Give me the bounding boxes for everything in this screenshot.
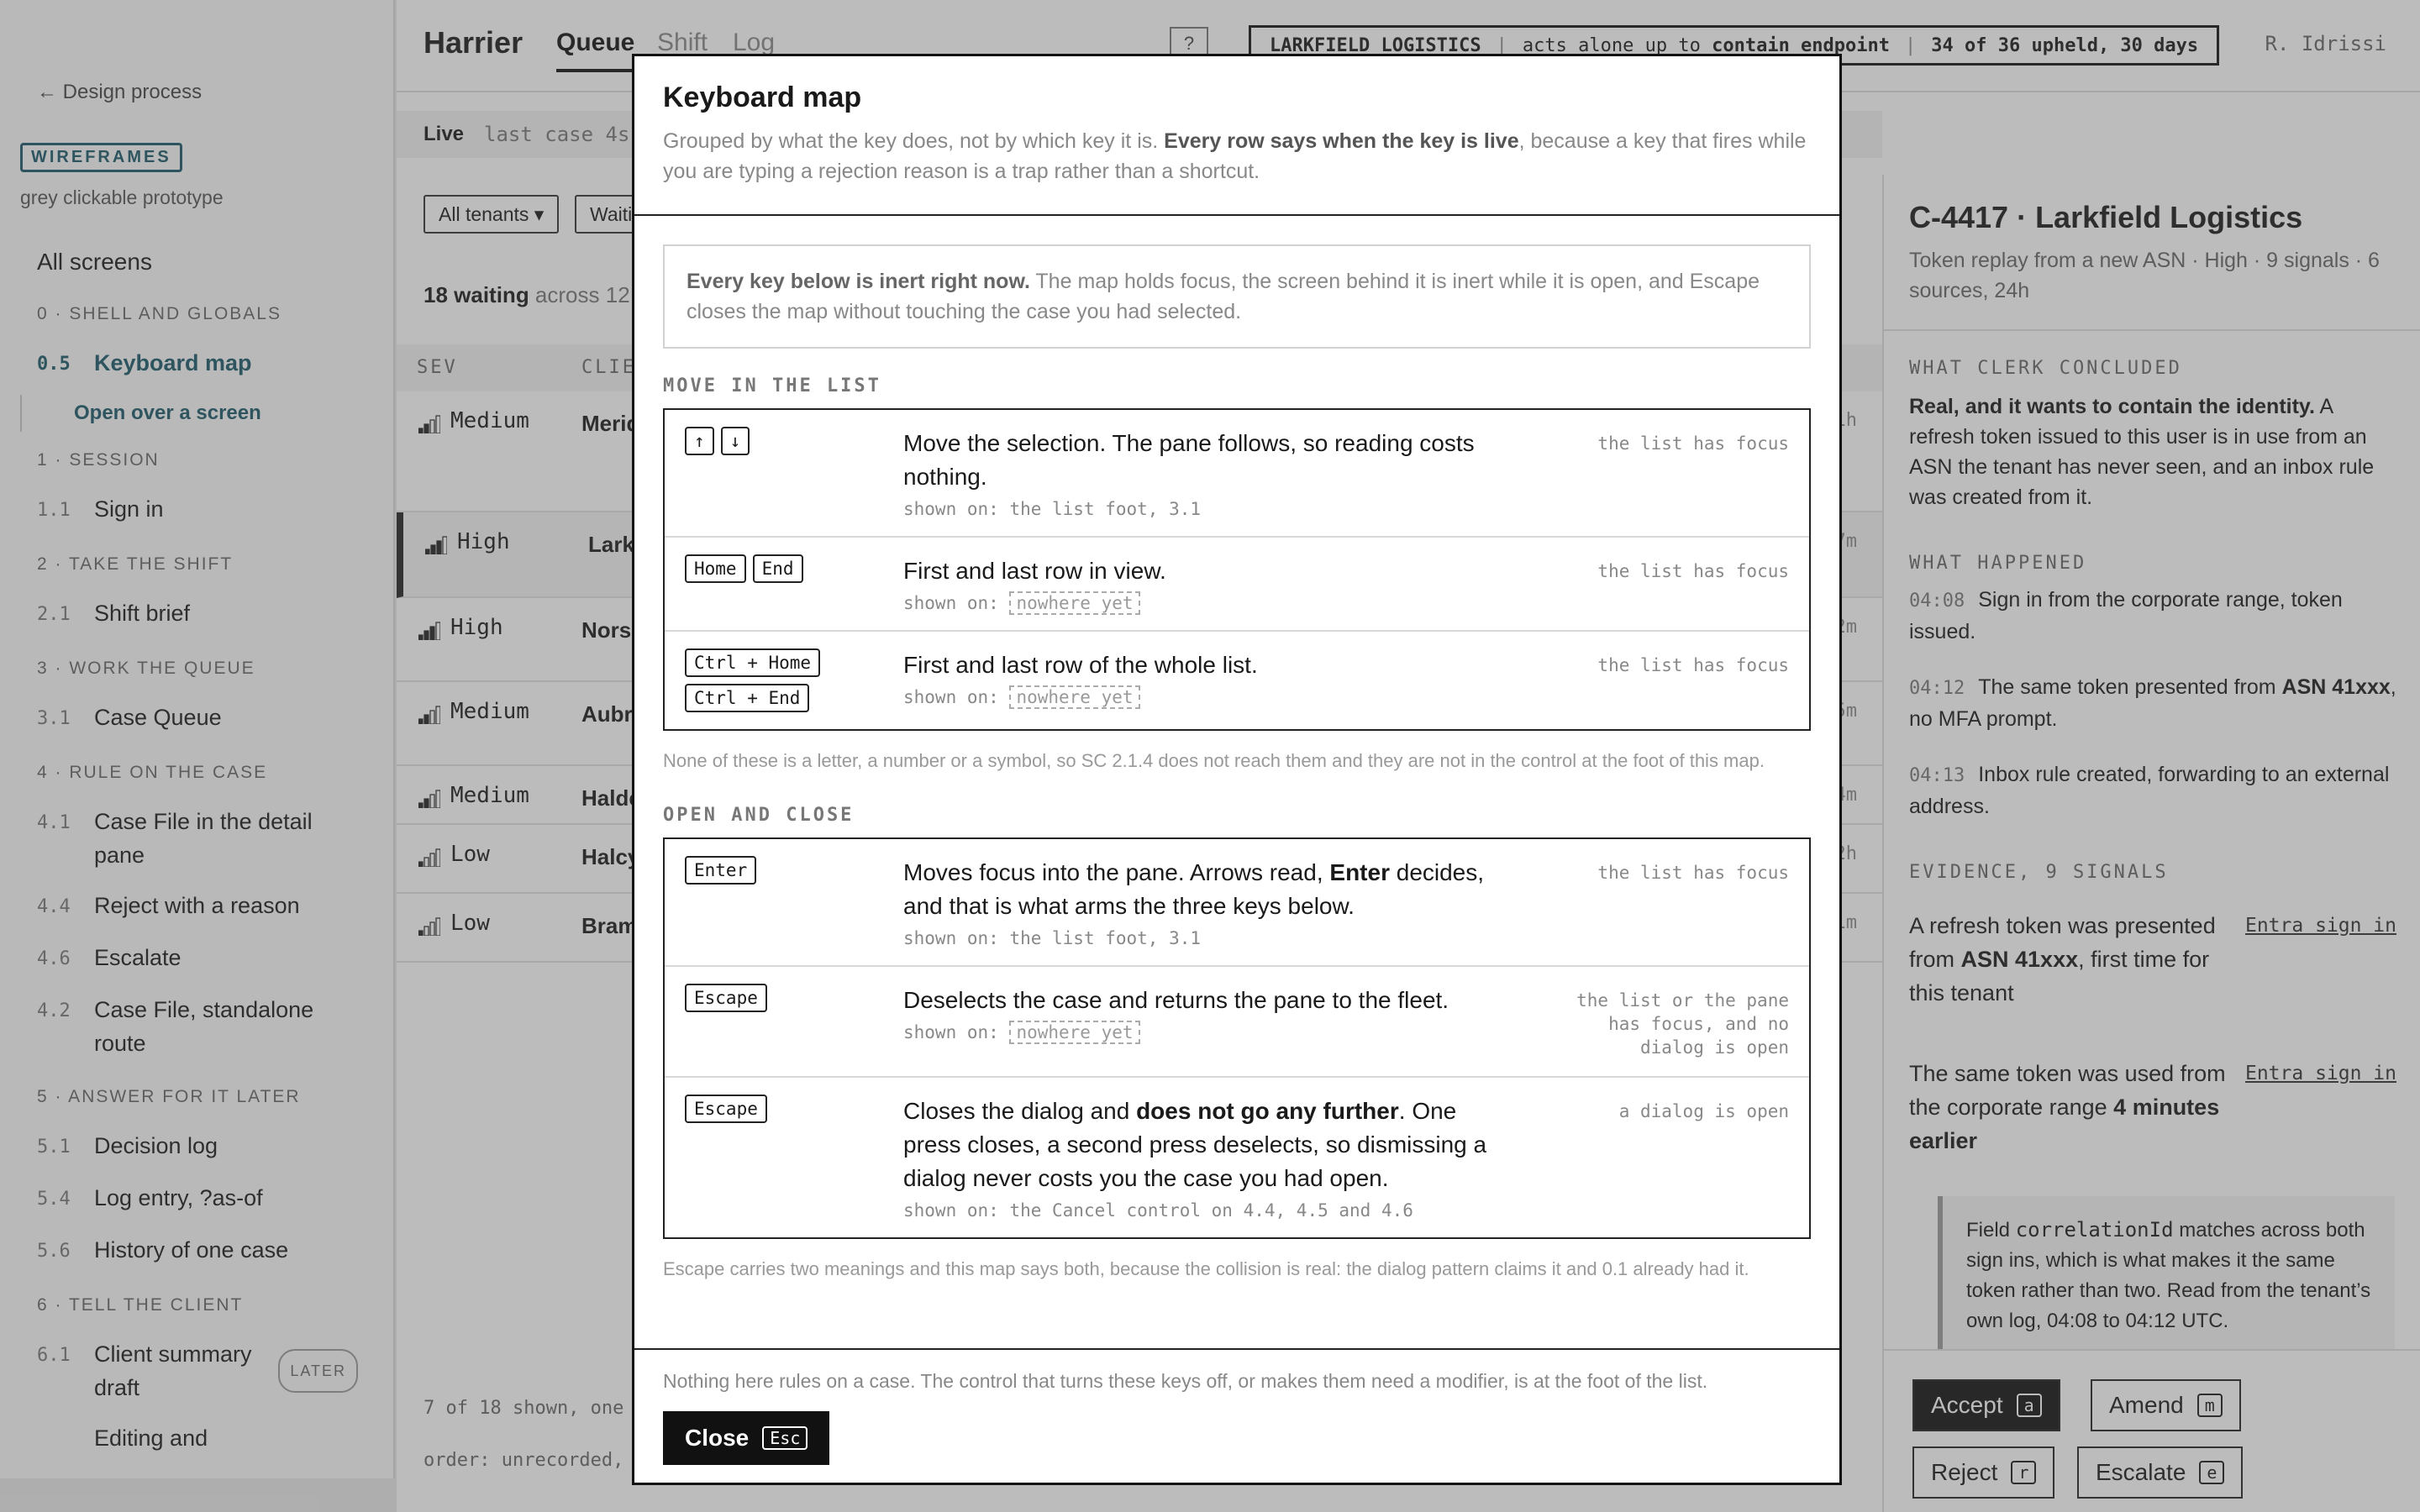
keyboard-map-dialog: Keyboard map Grouped by what the key doe… (632, 54, 1842, 1485)
group-note: Escape carries two meanings and this map… (663, 1258, 1749, 1279)
key-shown-on: shown on: nowhere yet (903, 1021, 1503, 1044)
action-text: Moves focus into the pane. Arrows read, (903, 859, 1330, 885)
dialog-footer: Nothing here rules on a case. The contro… (634, 1348, 1839, 1483)
footer-note: Nothing here rules on a case. The contro… (663, 1370, 1708, 1392)
desc-bold: Every row says when the key is live (1164, 129, 1519, 153)
key-cap: ↑ (685, 427, 714, 455)
key-combo: Home End (685, 554, 903, 613)
shown-value: nowhere yet (1009, 1021, 1140, 1044)
dialog-body[interactable]: Every key below is inert right now. The … (634, 216, 1839, 1348)
key-shown-on: shown on: the list foot, 3.1 (903, 499, 1503, 519)
dialog-header: Keyboard map Grouped by what the key doe… (634, 56, 1839, 216)
shown-value: the list foot, 3.1 (1009, 928, 1202, 948)
key-when-live: the list or the pane has focus, and no d… (1576, 990, 1789, 1058)
key-cap: Escape (685, 1095, 767, 1123)
key-cap: End (752, 554, 803, 583)
key-action: First and last row in view. (903, 558, 1166, 584)
key-cap: Ctrl + End (685, 684, 810, 712)
key-row: Home End First and last row in view. show… (665, 538, 1809, 632)
callout-bold: Every key below is inert right now. (687, 270, 1030, 293)
key-combo: Enter (685, 856, 903, 948)
shown-label: shown on: (903, 928, 1010, 948)
key-row: Enter Moves focus into the pane. Arrows … (665, 839, 1809, 967)
shown-label: shown on: (903, 1022, 1010, 1042)
key-cap: Escape (685, 984, 767, 1012)
key-action: Move the selection. The pane follows, so… (903, 430, 1475, 490)
key-when-live: the list has focus (1597, 433, 1789, 454)
shown-value: nowhere yet (1009, 685, 1140, 709)
key-cap: ↓ (720, 427, 750, 455)
key-description: Closes the dialog and does not go any fu… (903, 1095, 1537, 1221)
key-table: ↑ ↓ Move the selection. The pane follows,… (663, 408, 1811, 731)
key-when-live: a dialog is open (1618, 1101, 1789, 1121)
key-when-live: the list has focus (1597, 863, 1789, 883)
key-description: Deselects the case and returns the pane … (903, 984, 1537, 1059)
key-action: Closes the dialog and does not go any fu… (903, 1095, 1503, 1195)
shown-label: shown on: (903, 499, 1010, 519)
key-action: Moves focus into the pane. Arrows read, … (903, 856, 1503, 923)
close-button[interactable]: Close Esc (663, 1411, 830, 1465)
key-cap: Enter (685, 856, 757, 885)
shown-value: nowhere yet (1009, 591, 1140, 615)
shown-value: the list foot, 3.1 (1009, 499, 1202, 519)
key-description: First and last row of the whole list. sh… (903, 648, 1537, 712)
key-description: Move the selection. The pane follows, so… (903, 427, 1537, 519)
key-row: Ctrl + Home Ctrl + End First and last row… (665, 632, 1809, 729)
shown-label: shown on: (903, 687, 1010, 707)
key-cap: Home (685, 554, 746, 583)
dialog-title: Keyboard map (663, 81, 862, 113)
key-table: Enter Moves focus into the pane. Arrows … (663, 837, 1811, 1239)
close-label: Close (685, 1425, 750, 1451)
key-description: Moves focus into the pane. Arrows read, … (903, 856, 1537, 948)
key-shown-on: shown on: the list foot, 3.1 (903, 928, 1503, 948)
key-row: Escape Closes the dialog and does not go… (665, 1078, 1809, 1237)
shown-value: the Cancel control on 4.4, 4.5 and 4.6 (1009, 1200, 1413, 1221)
desc-text: Grouped by what the key does, not by whi… (663, 129, 1165, 153)
key-shown-on: shown on: the Cancel control on 4.4, 4.5… (903, 1200, 1503, 1221)
key-combo: Escape (685, 984, 903, 1059)
shown-label: shown on: (903, 593, 1010, 613)
key-description: First and last row in view. shown on: no… (903, 554, 1537, 615)
dialog-description: Grouped by what the key does, not by whi… (663, 126, 1823, 186)
action-bold: Enter (1329, 859, 1390, 885)
key-when-live: the list has focus (1597, 561, 1789, 581)
inert-callout: Every key below is inert right now. The … (663, 244, 1811, 349)
key-cap: Ctrl + Home (685, 648, 821, 677)
key-combo: Escape (685, 1095, 903, 1221)
shown-label: shown on: (903, 1200, 1010, 1221)
key-row: ↑ ↓ Move the selection. The pane follows,… (665, 410, 1809, 538)
group-title: MOVE IN THE LIST (663, 375, 881, 396)
key-when-live: the list has focus (1597, 655, 1789, 675)
key-action: First and last row of the whole list. (903, 652, 1258, 678)
key-action: Deselects the case and returns the pane … (903, 987, 1449, 1013)
group-title: OPEN AND CLOSE (663, 805, 855, 826)
action-bold: does not go any further (1136, 1098, 1399, 1124)
key-shown-on: shown on: nowhere yet (903, 591, 1503, 615)
key-shown-on: shown on: nowhere yet (903, 685, 1503, 709)
key-combo: Ctrl + Home Ctrl + End (685, 648, 903, 712)
action-text: Closes the dialog and (903, 1098, 1137, 1124)
key-row: Escape Deselects the case and returns th… (665, 967, 1809, 1078)
close-key: Esc (762, 1426, 808, 1450)
key-combo: ↑ ↓ (685, 427, 903, 519)
group-note: None of these is a letter, a number or a… (663, 750, 1765, 771)
